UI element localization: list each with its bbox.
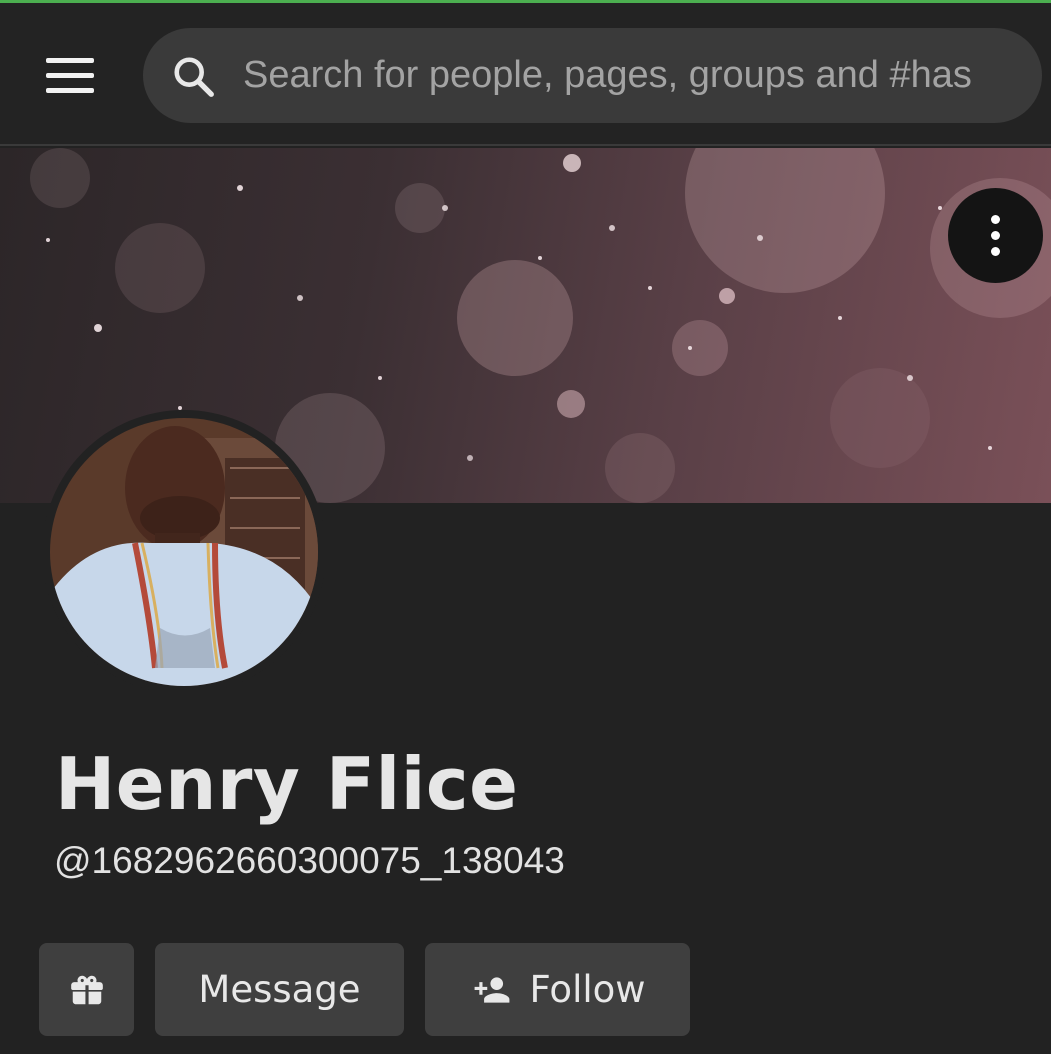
profile-handle: @1682962660300075_138043 bbox=[54, 840, 565, 881]
more-options-button[interactable] bbox=[948, 188, 1043, 283]
top-app-bar bbox=[0, 3, 1051, 146]
gift-button[interactable] bbox=[39, 943, 134, 1036]
gift-icon bbox=[70, 975, 103, 1004]
follow-button-label: Follow bbox=[529, 968, 646, 1011]
search-input[interactable] bbox=[243, 28, 1023, 123]
search-bar[interactable] bbox=[143, 28, 1042, 123]
avatar[interactable] bbox=[42, 410, 326, 694]
avatar-photo bbox=[50, 418, 318, 686]
profile-name: Henry Flice bbox=[55, 742, 519, 826]
follow-button[interactable]: Follow bbox=[425, 943, 690, 1036]
search-icon bbox=[174, 57, 214, 97]
person-add-icon bbox=[475, 976, 510, 1003]
message-button[interactable]: Message bbox=[155, 943, 404, 1036]
message-button-label: Message bbox=[198, 968, 361, 1011]
hamburger-menu-icon[interactable] bbox=[30, 43, 110, 107]
more-vertical-icon bbox=[991, 215, 1000, 224]
